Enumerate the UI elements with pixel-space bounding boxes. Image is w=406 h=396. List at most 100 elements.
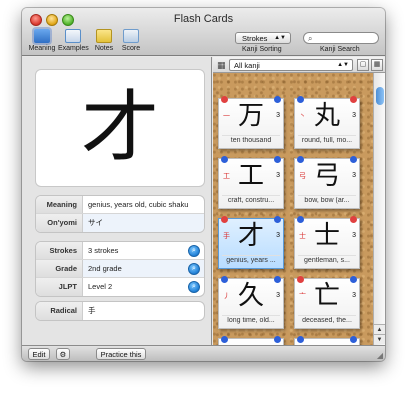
- kanji-card[interactable]: 丿久 3 long time, old...: [218, 276, 284, 329]
- toolbar-meaning-label: Meaning: [28, 45, 56, 52]
- scroll-up-arrow[interactable]: ▲: [374, 324, 385, 334]
- kanji-filter-popup[interactable]: All kanji ▲▼: [229, 59, 353, 71]
- practice-this-button[interactable]: Practice this: [96, 348, 146, 360]
- scrollbar-thumb[interactable]: [376, 87, 384, 105]
- jlpt-search-button[interactable]: ⌕: [188, 281, 200, 293]
- strokes-label: Strokes: [36, 242, 83, 259]
- cards-scrollbar[interactable]: ▲ ▼: [373, 73, 385, 345]
- toolbar-score-button[interactable]: Score: [116, 29, 146, 52]
- toolbar-meaning-button[interactable]: Meaning: [27, 29, 57, 52]
- pushpin-icon: [221, 336, 228, 343]
- grid-icon: ▦: [217, 60, 226, 70]
- meaning-value: genius, years old, cubic shaku: [88, 200, 189, 209]
- card-meaning: gentleman, s...: [304, 257, 350, 264]
- strokes-search-button[interactable]: ⌕: [188, 245, 200, 257]
- titlebar: Flash Cards Meaning Examples Notes Score…: [22, 8, 385, 56]
- toolbar-examples-label: Examples: [58, 45, 89, 52]
- jlpt-row: JLPT Level 2 ⌕: [36, 278, 204, 296]
- toolbar-examples-button[interactable]: Examples: [58, 29, 89, 52]
- strokes-row: Strokes 3 strokes ⌕: [36, 242, 204, 260]
- card-meaning: bow, bow (ar...: [304, 197, 350, 204]
- card-divider: [298, 135, 356, 136]
- kanji-filter-value: All kanji: [234, 61, 260, 70]
- card-stroke-count: 3: [276, 172, 280, 179]
- card-kanji: 久: [237, 281, 264, 311]
- popup-arrows-icon: ▲▼: [337, 62, 349, 68]
- card-divider: [222, 135, 280, 136]
- kanji-sorting-popup[interactable]: Strokes ▲▼: [235, 32, 291, 44]
- edit-button[interactable]: Edit: [28, 348, 50, 360]
- card-divider: [298, 255, 356, 256]
- jlpt-label: JLPT: [36, 278, 83, 296]
- score-icon: [123, 29, 139, 43]
- radical-value: 手: [88, 306, 96, 315]
- onyomi-label: On'yomi: [36, 214, 83, 232]
- grade-value: 2nd grade: [88, 264, 122, 273]
- cards-corkboard: 一万 3 ten thousand 丶丸 3 round, full, mo... 工工 3 c…: [213, 73, 373, 345]
- kanji-display-card: 才: [35, 69, 205, 187]
- pushpin-icon: [274, 336, 281, 343]
- radical-label: Radical: [36, 302, 83, 320]
- card-kanji: 工: [237, 161, 264, 191]
- bottom-bar: Edit ⚙ Practice this ◢: [22, 345, 385, 361]
- pushpin-icon: [297, 336, 304, 343]
- grade-label: Grade: [36, 260, 83, 277]
- card-meaning: ten thousand: [230, 137, 272, 144]
- jlpt-value: Level 2: [88, 282, 113, 291]
- popup-arrows-icon: ▲▼: [274, 35, 286, 41]
- card-meaning: round, full, mo...: [301, 137, 353, 144]
- card-meaning: deceased, the...: [302, 317, 352, 324]
- toolbar-notes-button[interactable]: Notes: [89, 29, 119, 52]
- kanji-card[interactable]: 手才 3 genius, years ...: [218, 216, 284, 269]
- action-menu-button[interactable]: ⚙: [56, 348, 70, 360]
- examples-icon: [65, 29, 81, 43]
- kanji-card[interactable]: [218, 336, 284, 345]
- card-kanji: 亡: [313, 281, 340, 311]
- meaning-row: Meaning genius, years old, cubic shaku: [36, 196, 204, 214]
- card-meaning: craft, constru...: [227, 197, 275, 204]
- kanji-search-input[interactable]: ⌕: [303, 32, 379, 44]
- grade-row: Grade 2nd grade ⌕: [36, 260, 204, 278]
- card-meaning: genius, years ...: [226, 257, 276, 264]
- kanji-card[interactable]: [294, 336, 360, 345]
- card-stroke-count: 3: [352, 172, 356, 179]
- toolbar-notes-label: Notes: [94, 45, 114, 52]
- kanji-search-label: Kanji Search: [320, 46, 360, 53]
- kanji-detail-pane: 才 Meaning genius, years old, cubic shaku…: [22, 57, 212, 345]
- card-kanji: 才: [237, 221, 264, 251]
- kanji-card[interactable]: 工工 3 craft, constru...: [218, 156, 284, 209]
- flash-cards-window: Flash Cards Meaning Examples Notes Score…: [22, 8, 385, 361]
- card-stroke-count: 3: [276, 232, 280, 239]
- kanji-card[interactable]: 亠亡 3 deceased, the...: [294, 276, 360, 329]
- grid-view-button[interactable]: ▦: [371, 59, 383, 71]
- stats-group: Strokes 3 strokes ⌕ Grade 2nd grade ⌕ JL…: [35, 241, 205, 297]
- card-divider: [222, 255, 280, 256]
- card-stroke-count: 3: [276, 112, 280, 119]
- card-divider: [222, 315, 280, 316]
- radical-row: Radical 手: [36, 302, 204, 320]
- card-stroke-count: 3: [276, 292, 280, 299]
- card-kanji: 万: [237, 101, 264, 131]
- radical-group: Radical 手: [35, 301, 205, 321]
- grade-search-button[interactable]: ⌕: [188, 263, 200, 275]
- search-icon: ⌕: [308, 34, 313, 43]
- kanji-card[interactable]: 弓弓 3 bow, bow (ar...: [294, 156, 360, 209]
- toolbar-score-label: Score: [121, 45, 141, 52]
- meaning-icon: [34, 29, 50, 43]
- onyomi-row: On'yomi サイ: [36, 214, 204, 232]
- card-meaning: long time, old...: [227, 317, 275, 324]
- card-stroke-count: 3: [352, 232, 356, 239]
- kanji-sorting-value: Strokes: [242, 34, 268, 43]
- kanji-card[interactable]: 一万 3 ten thousand: [218, 96, 284, 149]
- card-divider: [298, 195, 356, 196]
- onyomi-value: サイ: [88, 218, 103, 227]
- kanji-card[interactable]: 士士 3 gentleman, s...: [294, 216, 360, 269]
- single-view-button[interactable]: ▢: [357, 59, 369, 71]
- pushpin-icon: [350, 336, 357, 343]
- kanji-card[interactable]: 丶丸 3 round, full, mo...: [294, 96, 360, 149]
- kanji-large-character: 才: [80, 83, 159, 173]
- scroll-down-arrow[interactable]: ▼: [374, 334, 385, 344]
- resize-grip-icon[interactable]: ◢: [377, 351, 383, 360]
- strokes-value: 3 strokes: [88, 246, 119, 255]
- window-title: Flash Cards: [173, 13, 234, 25]
